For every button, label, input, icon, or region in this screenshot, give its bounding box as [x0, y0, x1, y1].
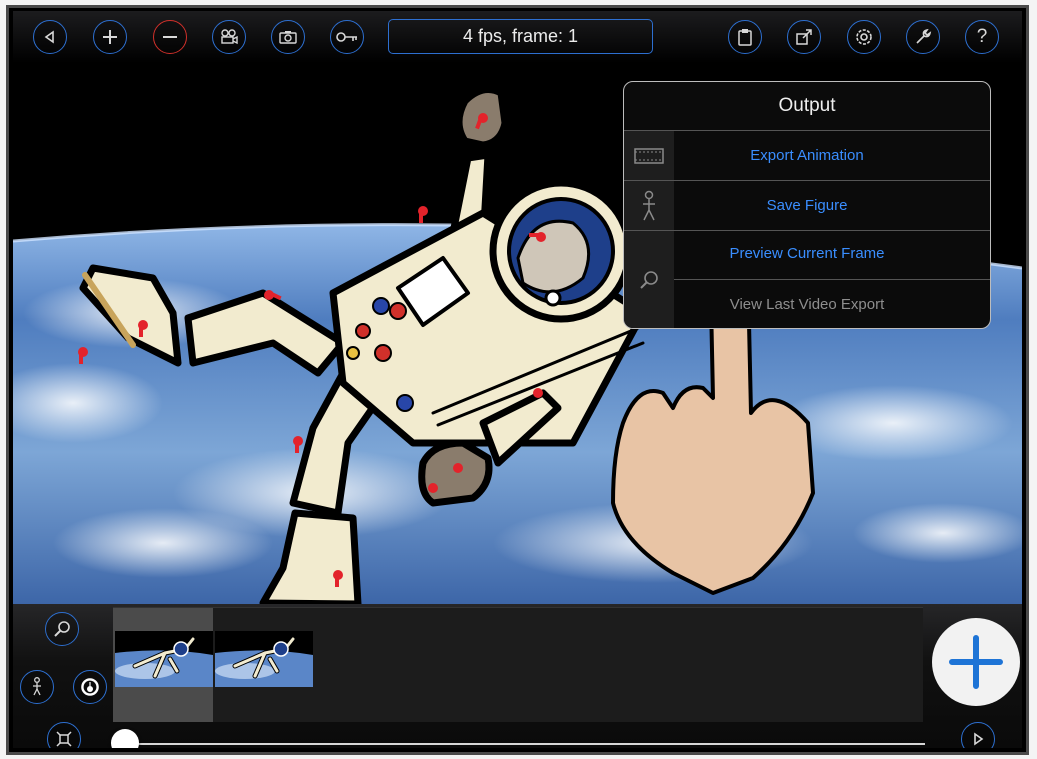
snapshot-button[interactable] [271, 20, 305, 54]
fps-frame-indicator[interactable]: 4 fps, frame: 1 [388, 19, 653, 54]
minus-icon [163, 36, 177, 38]
film-icon [624, 131, 674, 180]
frame-thumbnail-1[interactable] [115, 631, 213, 687]
frame-thumbnail-2[interactable] [215, 631, 313, 687]
share-button[interactable] [787, 20, 821, 54]
clipboard-button[interactable] [728, 20, 762, 54]
play-button[interactable] [961, 722, 995, 748]
share-icon [796, 29, 812, 45]
delete-figure-button[interactable] [153, 20, 187, 54]
snapshot-icon [279, 31, 297, 44]
figure-button[interactable] [20, 670, 54, 704]
save-figure-label: Save Figure [766, 197, 848, 214]
key-button[interactable] [330, 20, 364, 54]
help-icon: ? [976, 26, 988, 47]
zoom-button[interactable] [45, 612, 79, 646]
tools-button[interactable] [906, 20, 940, 54]
wrench-icon [916, 28, 932, 44]
preview-current-frame-label: Preview Current Frame [729, 245, 885, 262]
fit-frame-button[interactable] [47, 722, 81, 748]
camera-button[interactable] [212, 20, 246, 54]
add-figure-button[interactable] [93, 20, 127, 54]
bottom-toolbar [13, 604, 1022, 748]
stick-figure-icon [33, 677, 41, 696]
dial-icon [81, 678, 99, 696]
back-icon [44, 30, 54, 44]
top-toolbar: 4 fps, frame: 1 ? [13, 11, 1022, 63]
export-animation-item[interactable]: Export Animation [624, 131, 990, 181]
plus-icon [949, 635, 1003, 689]
frame-timeline [113, 607, 923, 722]
add-frame-button[interactable] [932, 618, 1020, 706]
view-last-video-export-item[interactable]: View Last Video Export [624, 280, 990, 328]
help-button[interactable]: ? [965, 20, 999, 54]
camera-icon [221, 29, 238, 45]
key-icon [336, 32, 357, 42]
onion-skin-button[interactable] [73, 670, 107, 704]
app-window: 4 fps, frame: 1 ? Output Export Animatio… [13, 11, 1022, 748]
magnifier-icon [54, 621, 70, 637]
output-title: Output [624, 82, 990, 131]
settings-button[interactable] [847, 20, 881, 54]
fit-frame-icon [56, 731, 72, 747]
save-figure-item[interactable]: Save Figure [624, 181, 990, 231]
stick-figure-icon [624, 181, 674, 230]
back-button[interactable] [33, 20, 67, 54]
view-last-video-export-label: View Last Video Export [729, 296, 885, 313]
timeline-slider-knob[interactable] [111, 729, 139, 748]
preview-current-frame-item[interactable]: Preview Current Frame [624, 231, 990, 328]
output-popover: Output Export Animation Save Figure Prev… [623, 81, 991, 329]
screenshot-frame: 4 fps, frame: 1 ? Output Export Animatio… [6, 5, 1029, 755]
play-icon [974, 732, 984, 746]
settings-icon [856, 29, 872, 45]
plus-icon [103, 30, 117, 44]
export-animation-label: Export Animation [750, 147, 864, 164]
clipboard-icon [738, 29, 752, 46]
timeline-slider-track[interactable] [125, 743, 925, 745]
